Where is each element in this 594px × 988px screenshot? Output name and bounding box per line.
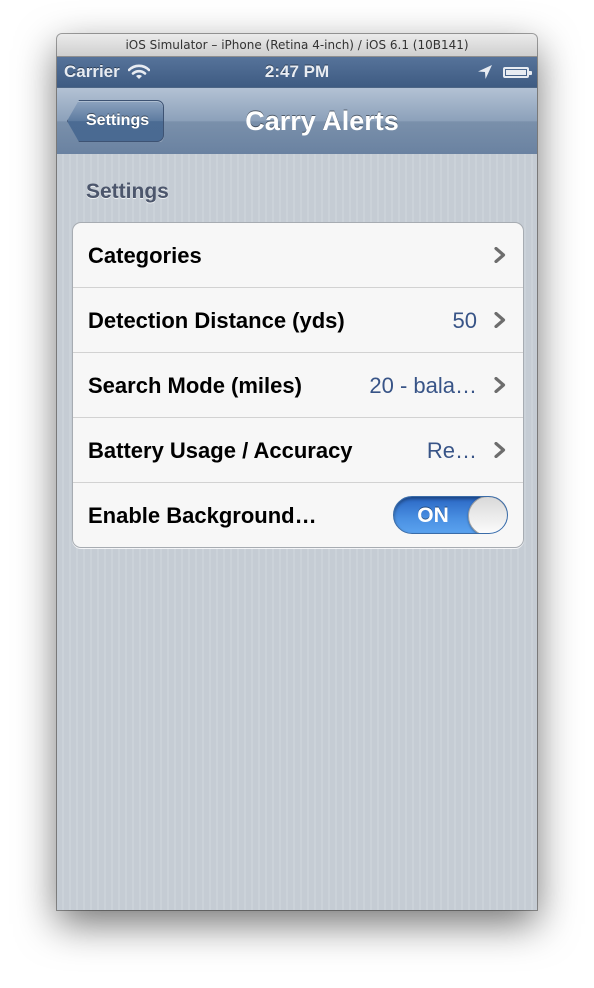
section-header: Settings [86,180,169,203]
row-battery-usage[interactable]: Battery Usage / Accuracy Re… [73,418,523,483]
row-label: Detection Distance (yds) [88,308,345,333]
nav-title: Carry Alerts [245,106,399,136]
row-enable-background: Enable Background… ON [73,483,523,547]
row-value: Re… [426,438,477,463]
row-search-mode[interactable]: Search Mode (miles) 20 - bala… [73,353,523,418]
background-toggle-switch[interactable]: ON [393,496,508,534]
toggle-state-label: ON [417,504,449,527]
window-titlebar: iOS Simulator – iPhone (Retina 4-inch) /… [57,34,537,57]
row-label: Battery Usage / Accuracy [88,438,353,463]
window-title: iOS Simulator – iPhone (Retina 4-inch) /… [125,38,469,52]
row-label: Enable Background… [88,503,317,528]
toggle-knob[interactable] [468,497,507,533]
status-bar: Carrier 2:47 PM [57,57,537,87]
row-label: Search Mode (miles) [88,373,302,398]
row-detection-distance[interactable]: Detection Distance (yds) 50 [73,288,523,353]
back-button[interactable]: Settings [67,100,165,142]
row-categories[interactable]: Categories [73,223,523,288]
navigation-bar: Settings Carry Alerts [57,87,537,155]
chevron-right-icon [494,377,506,393]
chevron-right-icon [494,442,506,458]
status-time: 2:47 PM [264,62,330,81]
battery-fill [506,69,526,75]
row-value: 50 [452,308,477,333]
settings-content[interactable]: Settings Categories Detection Distance (… [57,154,537,910]
status-right-icons [477,57,532,87]
row-value: 20 - bala… [369,373,477,398]
location-arrow-icon [478,65,492,79]
settings-group: Categories Detection Distance (yds) 50 S… [72,222,524,548]
battery-icon [503,66,532,78]
chevron-right-icon [494,312,506,328]
row-label: Categories [88,243,202,268]
chevron-right-icon [494,247,506,263]
simulator-window: iOS Simulator – iPhone (Retina 4-inch) /… [57,34,537,910]
